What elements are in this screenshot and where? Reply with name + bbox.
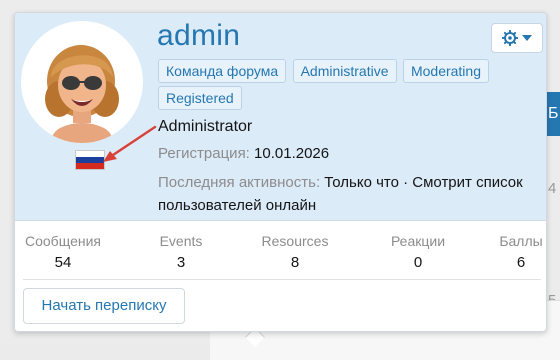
divider <box>23 279 541 280</box>
stat-resources[interactable]: Resources 8 <box>255 231 335 275</box>
stat-label: Events <box>159 233 203 249</box>
stat-label: Реакции <box>390 233 446 249</box>
start-conversation-button[interactable]: Начать переписку <box>23 288 185 324</box>
user-banner-tag: Registered <box>158 86 242 110</box>
stat-label: Resources <box>261 233 329 249</box>
stat-value: 6 <box>516 254 526 271</box>
user-banners: Команда форума Administrative Moderating… <box>158 59 498 113</box>
registration-info: Регистрация: 10.01.2026 <box>158 144 329 164</box>
stat-messages[interactable]: Сообщения 54 <box>23 231 103 275</box>
user-banner-tag: Moderating <box>402 59 489 83</box>
user-banner-tag: Команда форума <box>158 59 287 83</box>
username-link[interactable]: admin <box>157 17 240 55</box>
stat-points[interactable]: Баллы 6 <box>491 231 546 275</box>
stat-events[interactable]: Events 3 <box>151 231 211 275</box>
stat-value: 0 <box>413 254 423 271</box>
member-tooltip-card: admin Команда форума Administrative Mode… <box>14 12 547 332</box>
registration-date: 10.01.2026 <box>254 145 330 162</box>
last-activity-label: Последняя активность: <box>158 174 321 191</box>
member-stats: Сообщения 54 Events 3 Resources 8 Реакци… <box>23 231 543 279</box>
stat-reactions[interactable]: Реакции 0 <box>383 231 453 275</box>
caret-down-icon <box>522 35 532 41</box>
stat-label: Сообщения <box>25 233 101 249</box>
background-number: 4 <box>548 180 557 197</box>
gear-icon <box>502 30 518 46</box>
stat-label: Баллы <box>499 233 543 249</box>
user-title: Administrator <box>158 118 253 135</box>
member-header: admin Команда форума Administrative Mode… <box>15 13 546 221</box>
stat-value: 3 <box>176 254 186 271</box>
annotation-arrow-icon <box>103 125 157 162</box>
stat-value: 54 <box>54 254 72 271</box>
stat-value: 8 <box>290 254 300 271</box>
last-activity-info: Последняя активность: Только что · Смотр… <box>158 171 538 217</box>
member-actions-menu-button[interactable] <box>491 23 543 53</box>
user-banner-tag: Administrative <box>292 59 397 83</box>
registration-label: Регистрация: <box>158 145 250 162</box>
